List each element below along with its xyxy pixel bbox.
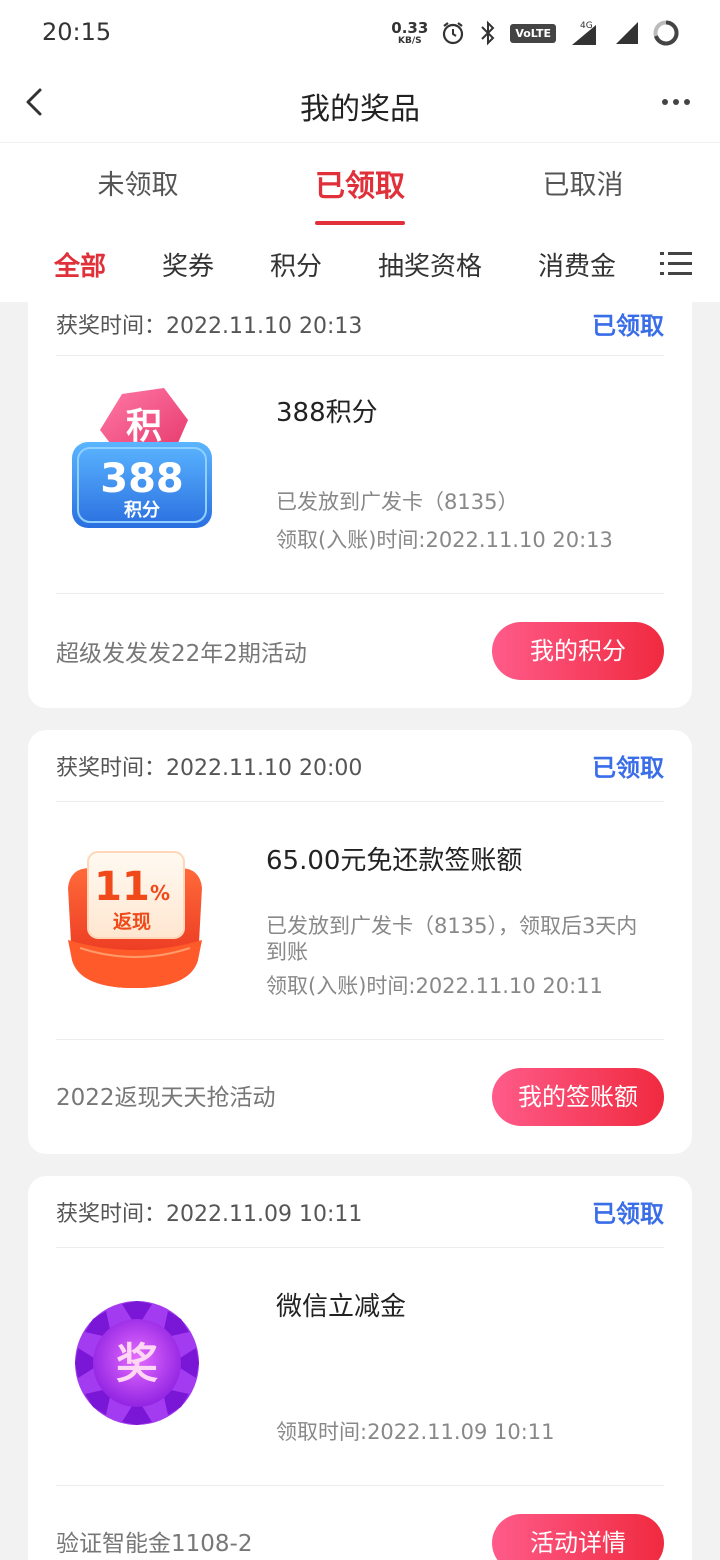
points-prize-bottom-text: 积分: [124, 500, 160, 521]
cashback-prize-image: 11 % 返现: [68, 851, 202, 988]
card-body: 11 % 返现 65.00元免还款签账额 已发放到广发卡（8135），领取后3天…: [56, 802, 664, 1040]
category-tab-all[interactable]: 全部: [54, 246, 106, 283]
battery-ring-icon: [653, 20, 679, 46]
card-header: 获奖时间：2022.11.10 20:00 已领取: [56, 730, 664, 802]
category-list-icon[interactable]: [660, 250, 692, 278]
status-icons: 0.33 KB/S VoLTE 4G: [391, 16, 680, 50]
cashback-prize-percent: %: [150, 881, 170, 905]
prize-description-line2: 到账: [266, 940, 308, 964]
navigation-bar: 我的奖品: [0, 64, 720, 142]
status-label: 已领取: [592, 312, 664, 340]
status-time: 20:15: [42, 18, 112, 46]
my-points-button[interactable]: 我的积分: [492, 622, 664, 680]
category-tab-lottery[interactable]: 抽奖资格: [378, 246, 482, 283]
prize-title: 微信立减金: [276, 1292, 407, 1322]
win-time: 获奖时间：2022.11.10 20:00: [56, 756, 363, 781]
card-body: 积 388 积分 388积分 已发放到广发卡（8135） 领取(入账)时间:20…: [56, 356, 664, 594]
activity-name: 2022返现天天抢活动: [56, 1085, 276, 1111]
prize-title: 388积分: [276, 398, 378, 428]
wechat-prize-image: 奖: [75, 1301, 199, 1425]
card-footer: 超级发发发22年2期活动 我的积分: [56, 594, 664, 704]
card-header: 获奖时间：2022.11.10 20:13 已领取: [56, 302, 664, 356]
my-credit-button[interactable]: 我的签账额: [492, 1068, 664, 1126]
card-body: 奖 微信立减金 领取时间:2022.11.09 10:11: [56, 1248, 664, 1486]
tab-cancelled[interactable]: 已取消: [493, 163, 673, 202]
status-label: 已领取: [592, 754, 664, 782]
cashback-prize-bottom-text: 返现: [113, 911, 151, 933]
category-tab-coupons[interactable]: 奖券: [162, 246, 214, 283]
prize-title: 65.00元免还款签账额: [266, 846, 523, 876]
status-bar: 20:15 0.33 KB/S VoLTE 4G: [0, 0, 720, 64]
claim-time: 领取(入账)时间:2022.11.10 20:13: [276, 528, 613, 552]
claim-time: 领取(入账)时间:2022.11.10 20:11: [266, 974, 603, 998]
prize-description: 已发放到广发卡（8135）: [276, 490, 519, 514]
card-footer: 2022返现天天抢活动 我的签账额: [56, 1040, 664, 1150]
activity-name: 超级发发发22年2期活动: [56, 641, 307, 667]
card-footer: 验证智能金1108-2 活动详情: [56, 1486, 664, 1560]
prize-card-points: 获奖时间：2022.11.10 20:13 已领取 积 388 积分 388积分…: [28, 284, 692, 708]
win-time: 获奖时间：2022.11.09 10:11: [56, 1202, 363, 1227]
prize-description-line1: 已发放到广发卡（8135），领取后3天内: [266, 914, 638, 938]
more-options-icon[interactable]: [662, 92, 694, 112]
points-prize-top-text: 积: [126, 406, 162, 447]
points-prize-image: 积 388 积分: [72, 388, 212, 528]
bluetooth-icon: [481, 20, 495, 46]
card-header: 获奖时间：2022.11.09 10:11 已领取: [56, 1176, 664, 1248]
category-tab-points[interactable]: 积分: [270, 246, 322, 283]
prize-card-wechat: 获奖时间：2022.11.09 10:11 已领取 奖 微信立减金 领取时间:2…: [28, 1176, 692, 1560]
points-prize-number: 388: [100, 456, 184, 502]
cashback-prize-number: 11: [94, 864, 150, 910]
main-tabs: 未领取 已领取 已取消: [0, 142, 720, 230]
network-speed: 0.33 KB/S: [391, 18, 429, 46]
tab-unclaimed[interactable]: 未领取: [48, 163, 228, 202]
active-tab-indicator: [315, 221, 405, 225]
prize-card-cashback: 获奖时间：2022.11.10 20:00 已领取 11 % 返现 65.00元…: [28, 730, 692, 1154]
tab-claimed[interactable]: 已领取: [270, 161, 450, 205]
page-title: 我的奖品: [300, 92, 420, 127]
volte-badge: VoLTE: [510, 23, 556, 43]
wechat-prize-text: 奖: [116, 1339, 158, 1388]
category-tab-consumption-gold[interactable]: 消费金: [538, 246, 616, 283]
activity-details-button[interactable]: 活动详情: [492, 1514, 664, 1560]
claim-time: 领取时间:2022.11.09 10:11: [276, 1420, 555, 1444]
signal-4g-icon: 4G: [572, 21, 596, 45]
network-speed-value: 0.33: [391, 18, 429, 37]
alarm-icon: [443, 22, 464, 45]
signal-icon: [616, 22, 638, 44]
network-speed-unit: KB/S: [398, 35, 422, 46]
status-label: 已领取: [592, 1200, 664, 1228]
win-time: 获奖时间：2022.11.10 20:13: [56, 314, 363, 339]
activity-name: 验证智能金1108-2: [56, 1531, 253, 1557]
